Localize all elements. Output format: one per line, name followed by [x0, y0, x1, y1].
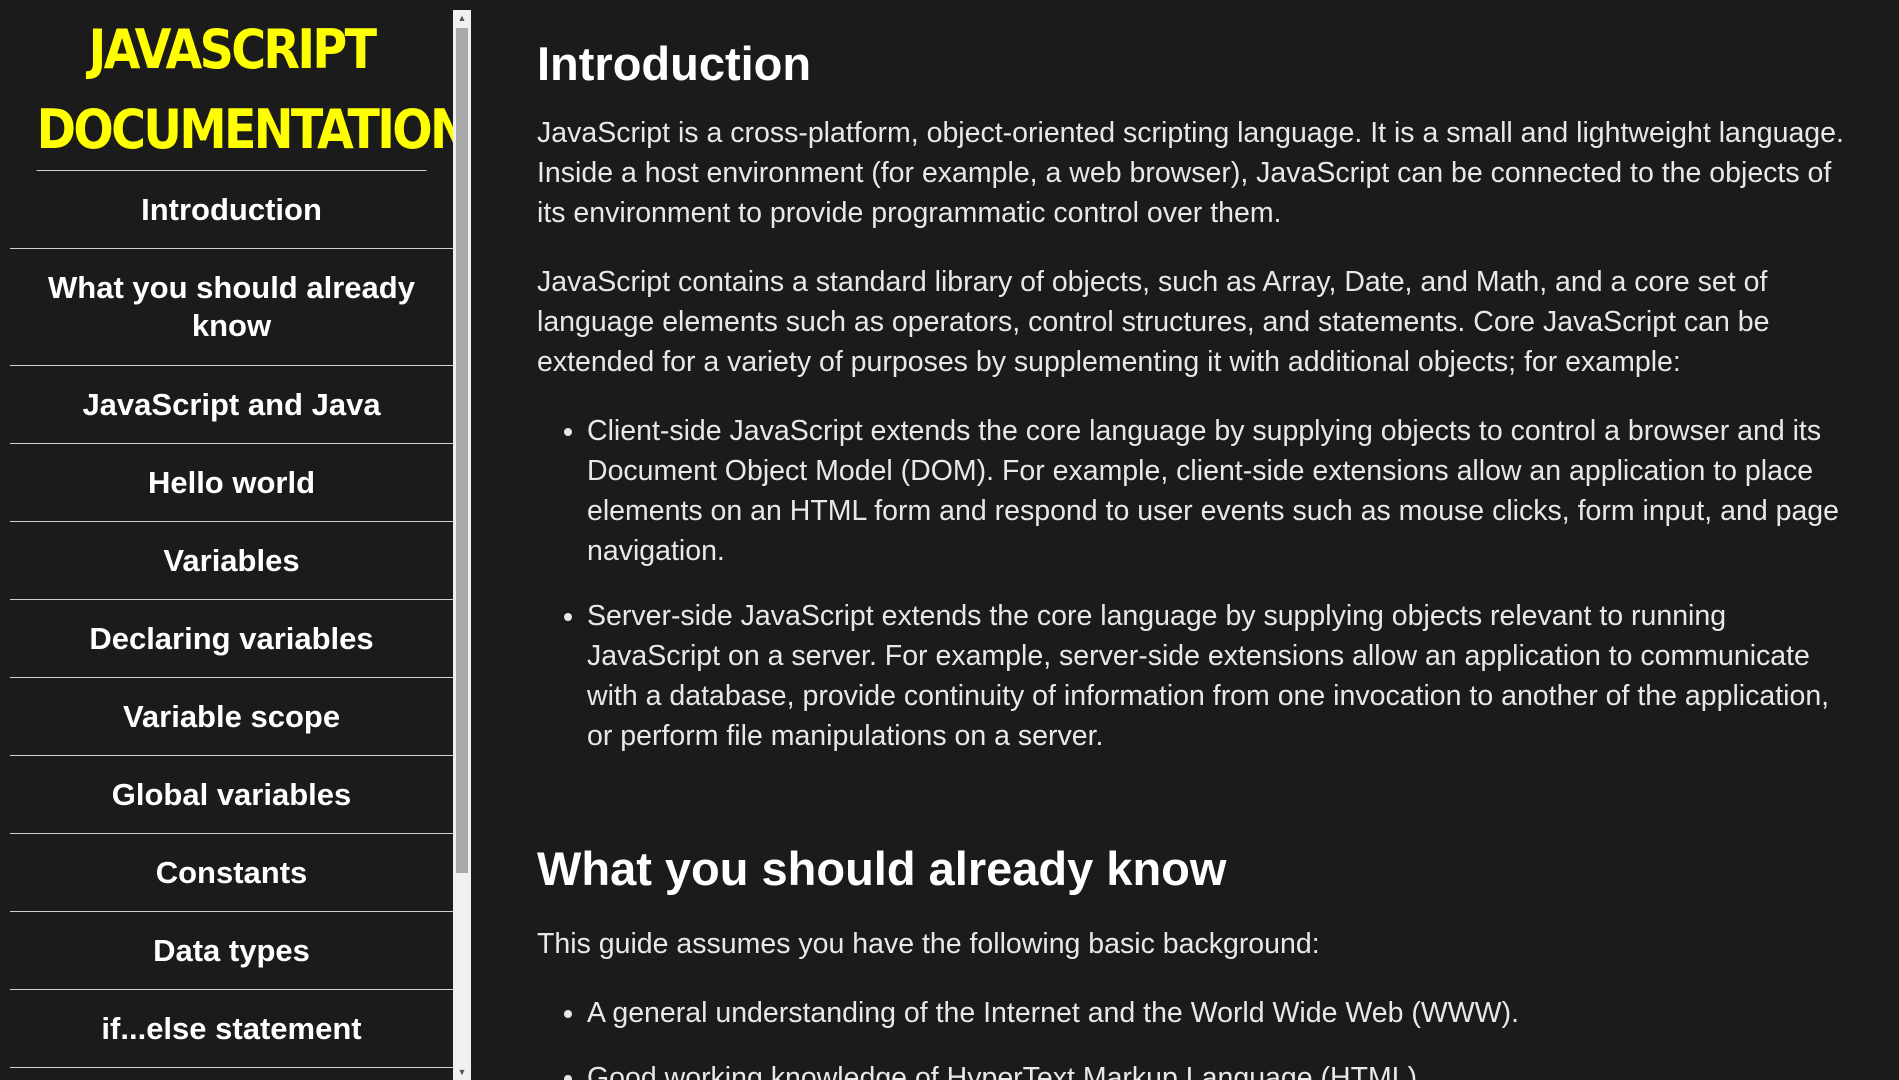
main-doc: Introduction JavaScript is a cross-platf…	[537, 0, 1857, 1080]
scrollbar-thumb[interactable]	[456, 28, 468, 873]
navbar: JAVASCRIPT DOCUMENTATION Introduction Wh…	[10, 10, 453, 1080]
nav-link-variables[interactable]: Variables	[10, 522, 453, 600]
nav-link-declaring-variables[interactable]: Declaring variables	[10, 600, 453, 678]
navbar-title-line1: JAVASCRIPT	[88, 18, 377, 81]
scroll-up-arrow-icon[interactable]: ▲	[453, 10, 471, 26]
nav-link-data-types[interactable]: Data types	[10, 912, 453, 990]
section-title-what-you-should-already-know: What you should already know	[537, 842, 1227, 895]
list-item: A general understanding of the Internet …	[587, 993, 1857, 1033]
prereq-paragraph: This guide assumes you have the followin…	[537, 928, 1320, 960]
nav-link-global-variables[interactable]: Global variables	[10, 756, 453, 834]
section-introduction: Introduction JavaScript is a cross-platf…	[537, 36, 1857, 756]
intro-paragraph-2: JavaScript contains a standard library o…	[537, 266, 1770, 378]
navbar-title-line2: DOCUMENTATION	[36, 98, 453, 161]
intro-bullet-list: Client-side JavaScript extends the core …	[537, 411, 1857, 756]
sidebar-scrollbar[interactable]: ▲ ▼	[453, 10, 471, 1080]
list-item: Good working knowledge of HyperText Mark…	[587, 1058, 1857, 1080]
nav-link-hello-world[interactable]: Hello world	[10, 444, 453, 522]
nav-link-javascript-and-java[interactable]: JavaScript and Java	[10, 366, 453, 444]
nav-link-if-else-statement[interactable]: if...else statement	[10, 990, 453, 1068]
nav-link-variable-scope[interactable]: Variable scope	[10, 678, 453, 756]
nav-link-introduction[interactable]: Introduction	[10, 171, 453, 249]
prereq-bullet-list: A general understanding of the Internet …	[537, 993, 1857, 1080]
nav-link-constants[interactable]: Constants	[10, 834, 453, 912]
section-what-you-should-already-know: What you should already know This guide …	[537, 841, 1857, 1080]
list-item: Server-side JavaScript extends the core …	[587, 596, 1857, 756]
scroll-down-arrow-icon[interactable]: ▼	[453, 1064, 471, 1080]
section-title-introduction: Introduction	[537, 37, 812, 90]
intro-paragraph-1: JavaScript is a cross-platform, object-o…	[537, 117, 1844, 229]
navbar-title: JAVASCRIPT DOCUMENTATION	[36, 10, 453, 171]
list-item: Client-side JavaScript extends the core …	[587, 411, 1857, 571]
nav-link-what-you-should-already-know[interactable]: What you should already know	[10, 249, 453, 366]
